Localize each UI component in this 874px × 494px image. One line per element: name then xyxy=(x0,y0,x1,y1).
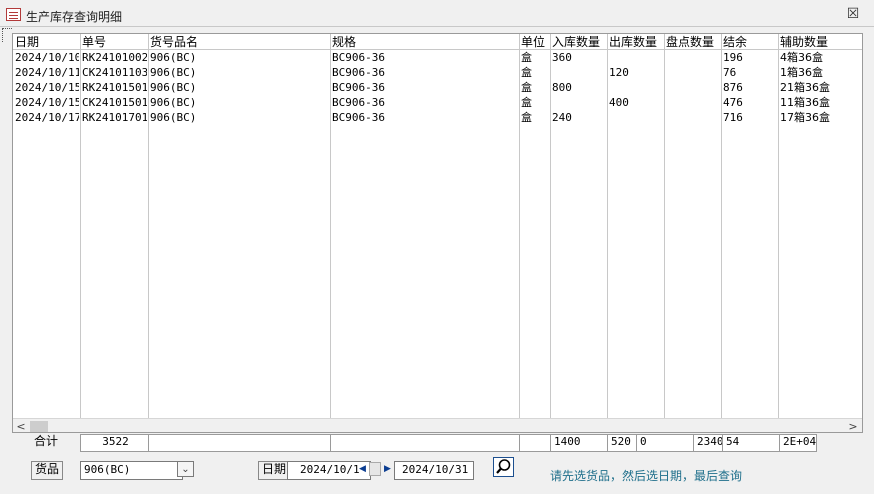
header-divider xyxy=(13,49,862,50)
table-cell[interactable]: 476 xyxy=(723,96,777,110)
column-header[interactable]: 货号品名 xyxy=(150,35,329,49)
table-cell[interactable]: 906(BC) xyxy=(150,66,329,80)
scroll-left-icon[interactable]: < xyxy=(15,420,27,432)
table-cell[interactable]: 2024/10/15 xyxy=(15,96,79,110)
record-selector[interactable] xyxy=(2,28,12,42)
column-header[interactable]: 结余 xyxy=(723,35,777,49)
scroll-thumb[interactable] xyxy=(30,421,48,432)
column-header[interactable]: 单位 xyxy=(521,35,549,49)
column-header[interactable]: 入库数量 xyxy=(552,35,606,49)
table-row[interactable]: 2024/10/11 CK24101103 906(BC) BC906-36 盒 120 7… xyxy=(13,66,862,81)
title-bar: 生产库存查询明细 ☒ xyxy=(0,0,874,27)
table-row[interactable]: 2024/10/15 CK24101501 906(BC) BC906-36 盒 400 4… xyxy=(13,96,862,111)
table-cell[interactable]: 240 xyxy=(552,111,606,125)
column-header[interactable]: 出库数量 xyxy=(609,35,663,49)
column-separator xyxy=(862,34,863,419)
datasheet: 日期 单号 货号品名 规格 单位 入库数量 出库数量 盘点数量 结余 辅助数量 2024/10/10… xyxy=(12,33,863,433)
product-label: 货品 xyxy=(31,461,63,480)
hint-text: 请先选货品，然后选日期，最后查询 xyxy=(550,469,743,483)
table-cell[interactable]: 906(BC) xyxy=(150,96,329,110)
table-cell[interactable]: 906(BC) xyxy=(150,111,329,125)
date-next-icon[interactable]: ▶ xyxy=(382,462,393,476)
date-label: 日期 xyxy=(258,461,290,480)
table-row[interactable]: 2024/10/17 RK24101701 906(BC) BC906-36 盒 240 7… xyxy=(13,111,862,126)
date-prev-icon[interactable]: ◀ xyxy=(357,462,368,476)
table-cell[interactable]: BC906-36 xyxy=(332,96,518,110)
table-cell[interactable]: 800 xyxy=(552,81,606,95)
form-icon xyxy=(6,8,21,21)
table-cell[interactable]: RK24101701 xyxy=(82,111,147,125)
scroll-right-icon[interactable]: > xyxy=(847,420,859,432)
table-cell[interactable]: 11箱36盒 xyxy=(780,96,847,110)
table-cell[interactable]: 盒 xyxy=(521,96,549,110)
total-label: 合计 xyxy=(33,434,58,448)
total-in-qty: 1400 xyxy=(550,434,613,452)
column-header[interactable]: 规格 xyxy=(332,35,518,49)
search-button[interactable] xyxy=(493,457,514,477)
table-row[interactable]: 2024/10/15 RK24101501 906(BC) BC906-36 盒 800 8… xyxy=(13,81,862,96)
horizontal-scrollbar[interactable]: < > xyxy=(13,418,862,432)
table-cell[interactable]: 400 xyxy=(609,96,663,110)
date-nav-center[interactable] xyxy=(369,462,381,476)
table-cell[interactable]: BC906-36 xyxy=(332,111,518,125)
table-cell[interactable]: 716 xyxy=(723,111,777,125)
table-cell[interactable]: BC906-36 xyxy=(332,51,518,65)
table-cell[interactable]: 21箱36盒 xyxy=(780,81,847,95)
table-cell[interactable]: 906(BC) xyxy=(150,81,329,95)
table-cell[interactable]: 盒 xyxy=(521,81,549,95)
window-title: 生产库存查询明细 xyxy=(26,10,123,24)
table-cell[interactable]: 2024/10/15 xyxy=(15,81,79,95)
table-cell[interactable]: 876 xyxy=(723,81,777,95)
table-cell[interactable]: BC906-36 xyxy=(332,66,518,80)
table-cell[interactable]: 17箱36盒 xyxy=(780,111,847,125)
table-cell[interactable]: CK24101501 xyxy=(82,96,147,110)
product-combo-input[interactable]: 906(BC) xyxy=(80,461,183,480)
table-cell[interactable]: 2024/10/10 xyxy=(15,51,79,65)
total-blank-1 xyxy=(148,434,336,452)
search-icon xyxy=(496,459,511,474)
table-cell[interactable]: 196 xyxy=(723,51,777,65)
total-balance: 54 xyxy=(722,434,785,452)
table-cell[interactable]: RK24101002 xyxy=(82,51,147,65)
table-cell[interactable]: 1箱36盒 xyxy=(780,66,847,80)
table-cell[interactable]: 906(BC) xyxy=(150,51,329,65)
total-count: 3522 xyxy=(80,434,151,452)
total-blank-2 xyxy=(330,434,525,452)
table-cell[interactable]: 2024/10/11 xyxy=(15,66,79,80)
table-cell[interactable]: 盒 xyxy=(521,51,549,65)
table-cell[interactable]: BC906-36 xyxy=(332,81,518,95)
chevron-down-icon[interactable]: ⌄ xyxy=(177,461,194,477)
table-cell[interactable]: RK24101501 xyxy=(82,81,147,95)
column-header[interactable]: 单号 xyxy=(82,35,147,49)
table-cell[interactable]: 360 xyxy=(552,51,606,65)
table-cell[interactable]: 盒 xyxy=(521,66,549,80)
column-header[interactable]: 辅助数量 xyxy=(780,35,847,49)
column-header[interactable]: 盘点数量 xyxy=(666,35,720,49)
table-row[interactable]: 2024/10/10 RK24101002 906(BC) BC906-36 盒 360 1… xyxy=(13,51,862,66)
close-button[interactable]: ☒ xyxy=(845,6,861,22)
table-cell[interactable]: 2024/10/17 xyxy=(15,111,79,125)
column-header[interactable]: 日期 xyxy=(15,35,79,49)
table-cell[interactable]: 76 xyxy=(723,66,777,80)
total-aux: 2E+04 xyxy=(779,434,817,452)
table-cell[interactable]: 盒 xyxy=(521,111,549,125)
table-cell[interactable]: 4箱36盒 xyxy=(780,51,847,65)
date-to-input[interactable]: 2024/10/31 xyxy=(394,461,474,480)
total-zero: 0 xyxy=(636,434,699,452)
table-cell[interactable]: CK24101103 xyxy=(82,66,147,80)
table-cell[interactable]: 120 xyxy=(609,66,663,80)
